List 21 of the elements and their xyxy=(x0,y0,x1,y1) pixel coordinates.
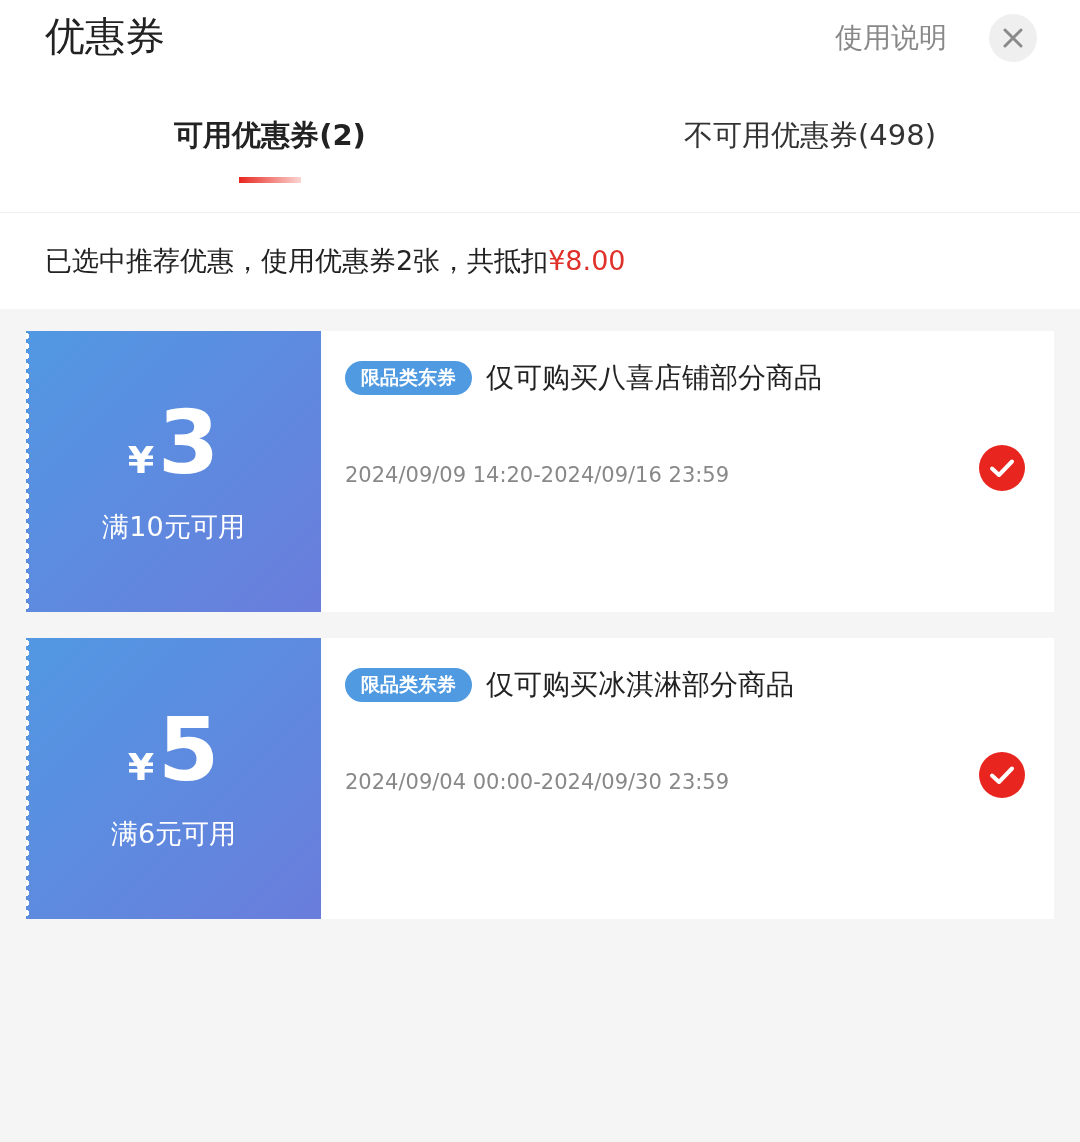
coupon-period: 2024/09/04 00:00-2024/09/30 23:59 xyxy=(345,770,730,794)
tab[interactable]: 不可用优惠券(498) xyxy=(540,60,1080,212)
close-icon xyxy=(1002,27,1024,49)
coupon-period: 2024/09/09 14:20-2024/09/16 23:59 xyxy=(345,463,730,487)
check-icon[interactable] xyxy=(979,445,1025,491)
coupon-condition: 满10元可用 xyxy=(102,509,245,544)
coupon-amount: ¥5 xyxy=(127,705,220,794)
summary-text: 已选中推荐优惠，使用优惠券2张，共抵扣¥8.00 xyxy=(45,244,626,278)
close-button[interactable] xyxy=(989,14,1037,62)
sheet-title: 优惠券 xyxy=(45,11,166,61)
check-icon[interactable] xyxy=(979,752,1025,798)
coupon-title: 仅可购买冰淇淋部分商品 xyxy=(486,667,794,703)
coupon-title: 仅可购买八喜店铺部分商品 xyxy=(486,360,822,396)
coupon-card[interactable]: ¥3 满10元可用 限品类东券 仅可购买八喜店铺部分商品 2024/09/09 14:20-2024/09/16 23:59 xyxy=(26,331,1054,612)
coupon-card[interactable]: ¥5 满6元可用 限品类东券 仅可购买冰淇淋部分商品 2024/09/04 00:00-2024/09/30 23:59 xyxy=(26,638,1054,919)
coupon-tag: 限品类东券 xyxy=(345,361,472,395)
help-link[interactable]: 使用说明 xyxy=(835,19,947,57)
tab[interactable]: 可用优惠券(2) xyxy=(0,60,540,212)
coupon-condition: 满6元可用 xyxy=(110,816,237,851)
coupon-tag: 限品类东券 xyxy=(345,668,472,702)
coupon-amount: ¥3 xyxy=(127,398,220,487)
